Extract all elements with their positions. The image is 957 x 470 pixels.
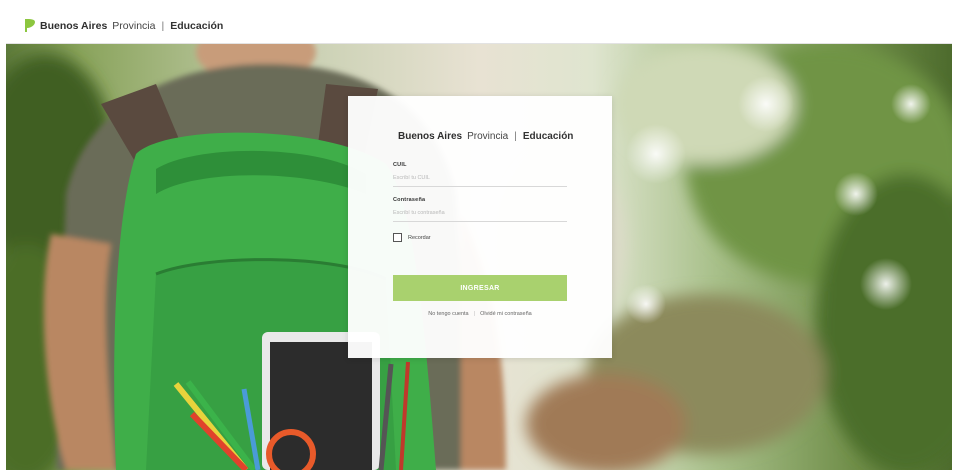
cuil-field-group: CUIL [393,162,567,187]
remember-label: Recordar [408,234,431,241]
brand-department: Educación [170,19,224,32]
password-field-group: Contraseña [393,197,567,222]
brand-name: Buenos Aires [40,19,108,32]
no-account-link[interactable]: No tengo cuenta [428,311,468,317]
card-brand-separator: | [514,130,517,142]
links-separator: | [473,311,476,317]
account-links: No tengo cuenta | Olvidé mi contraseña [393,311,567,317]
card-brand-logo: Buenos Aires Provincia | Educación [393,129,573,143]
brand-separator: | [161,19,165,32]
leaf-icon [25,19,35,32]
top-header: Buenos Aires Provincia | Educación [6,8,952,44]
cuil-input[interactable] [393,175,567,187]
login-page: Buenos Aires Provincia | Educación Bueno… [0,0,957,470]
card-brand-department: Educación [522,130,574,142]
password-input[interactable] [393,210,567,222]
cuil-label: CUIL [393,162,407,168]
remember-me[interactable]: Recordar [393,233,567,242]
card-brand-name: Buenos Aires [398,130,463,142]
checkbox-icon[interactable] [393,233,402,242]
header-brand-logo[interactable]: Buenos Aires Provincia | Educación [24,19,223,32]
card-brand-province: Provincia [467,130,509,142]
login-card: Buenos Aires Provincia | Educación CUIL … [348,96,612,358]
password-label: Contraseña [393,197,426,203]
brand-province: Provincia [112,19,156,32]
login-submit-button[interactable]: INGRESAR [393,275,567,301]
forgot-password-link[interactable]: Olvidé mi contraseña [480,311,532,317]
